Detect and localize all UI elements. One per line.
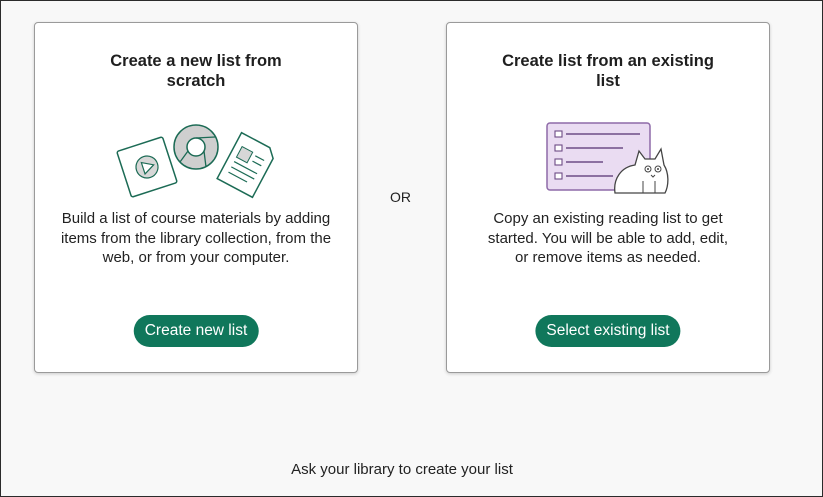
new-list-illustration xyxy=(116,124,274,199)
web-browser-icon xyxy=(173,124,219,170)
card-title: Create a new list from scratch xyxy=(110,52,282,90)
video-file-icon xyxy=(116,136,178,198)
existing-list-illustration xyxy=(546,122,669,194)
select-existing-list-button[interactable]: Select existing list xyxy=(535,315,681,347)
card-description: Build a list of course materials by addi… xyxy=(60,210,332,266)
card-title: Create list from an existing list xyxy=(502,52,714,90)
create-new-list-button[interactable]: Create new list xyxy=(133,315,259,347)
or-separator: OR xyxy=(390,189,411,205)
document-file-icon xyxy=(216,131,274,199)
ask-library-link[interactable]: Ask your library to create your list xyxy=(1,461,803,478)
existing-list-card: Create list from an existing list Copy a… xyxy=(446,22,770,373)
card-description: Copy an existing reading list to get sta… xyxy=(487,210,729,266)
create-new-list-card: Create a new list from scratch Build a l… xyxy=(34,22,358,373)
dialog-frame: Create a new list from scratch Build a l… xyxy=(0,0,823,497)
